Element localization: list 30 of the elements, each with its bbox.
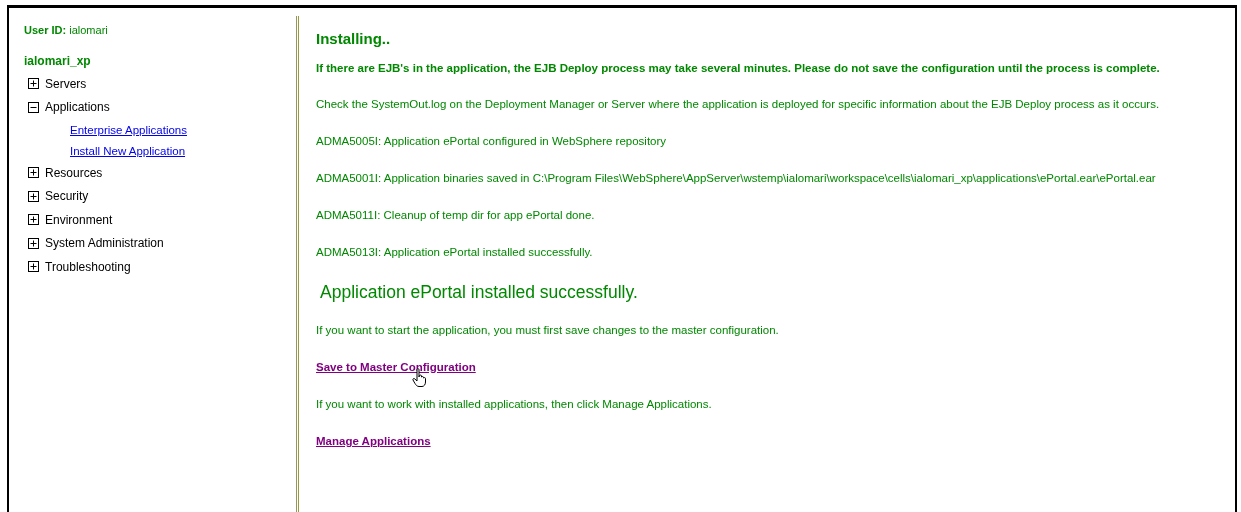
nav-item[interactable]: Resources — [45, 165, 103, 180]
page-heading: Installing.. — [316, 30, 392, 47]
nav-link[interactable]: Install New Application — [70, 144, 186, 157]
action-link[interactable]: Save to Master Configuration — [316, 361, 476, 373]
nav-item[interactable]: Servers — [45, 76, 87, 91]
status-message: If you want to work with installed applications, then click Manage Applications. — [316, 397, 713, 412]
warning-message: If there are EJB's in the application, the EJB Deploy process may take several minutes. Please do not save the configuration until the process is complete. — [316, 61, 1161, 76]
nav-link[interactable]: Enterprise Applications — [70, 123, 187, 136]
expand-icon[interactable] — [28, 190, 39, 202]
expand-icon[interactable] — [28, 261, 39, 273]
nav-item[interactable]: Environment — [45, 212, 113, 227]
nav-item[interactable]: System Administration — [45, 236, 164, 251]
nav-item[interactable]: Troubleshooting — [45, 259, 131, 274]
collapse-icon[interactable] — [28, 101, 39, 113]
success-message: Application ePortal installed successfully. — [320, 282, 639, 303]
expand-icon[interactable] — [28, 214, 39, 226]
status-message: Check the SystemOut.log on the Deployment Manager or Server where the application is deployed for specific information about the EJB Deploy process as it occurs. — [316, 97, 1161, 112]
status-message: If you want to start the application, you must first save changes to the master configuration. — [316, 323, 780, 338]
expand-icon[interactable] — [28, 237, 39, 249]
status-message: ADMA5013I: Application ePortal installed successfully. — [316, 245, 594, 260]
status-message: ADMA5011I: Cleanup of temp dir for app ePortal done. — [316, 208, 596, 223]
expand-icon[interactable] — [28, 78, 39, 90]
nav-item[interactable]: Security — [45, 189, 89, 204]
action-link[interactable]: Manage Applications — [316, 435, 431, 447]
nav-item[interactable]: Applications — [45, 100, 110, 115]
expand-icon[interactable] — [28, 167, 39, 179]
cell-name: ialomari_xp — [24, 54, 92, 68]
user-id-label: User ID: ialomari — [24, 24, 109, 36]
status-message: ADMA5005I: Application ePortal configured in WebSphere repository — [316, 134, 668, 149]
status-message: ADMA5001I: Application binaries saved in C:\Program Files\WebSphere\AppServer\wstemp\ialomari\workspace\cells\ialomari_xp\applications\ePortal.ear\ePortal.ear — [316, 171, 1157, 186]
